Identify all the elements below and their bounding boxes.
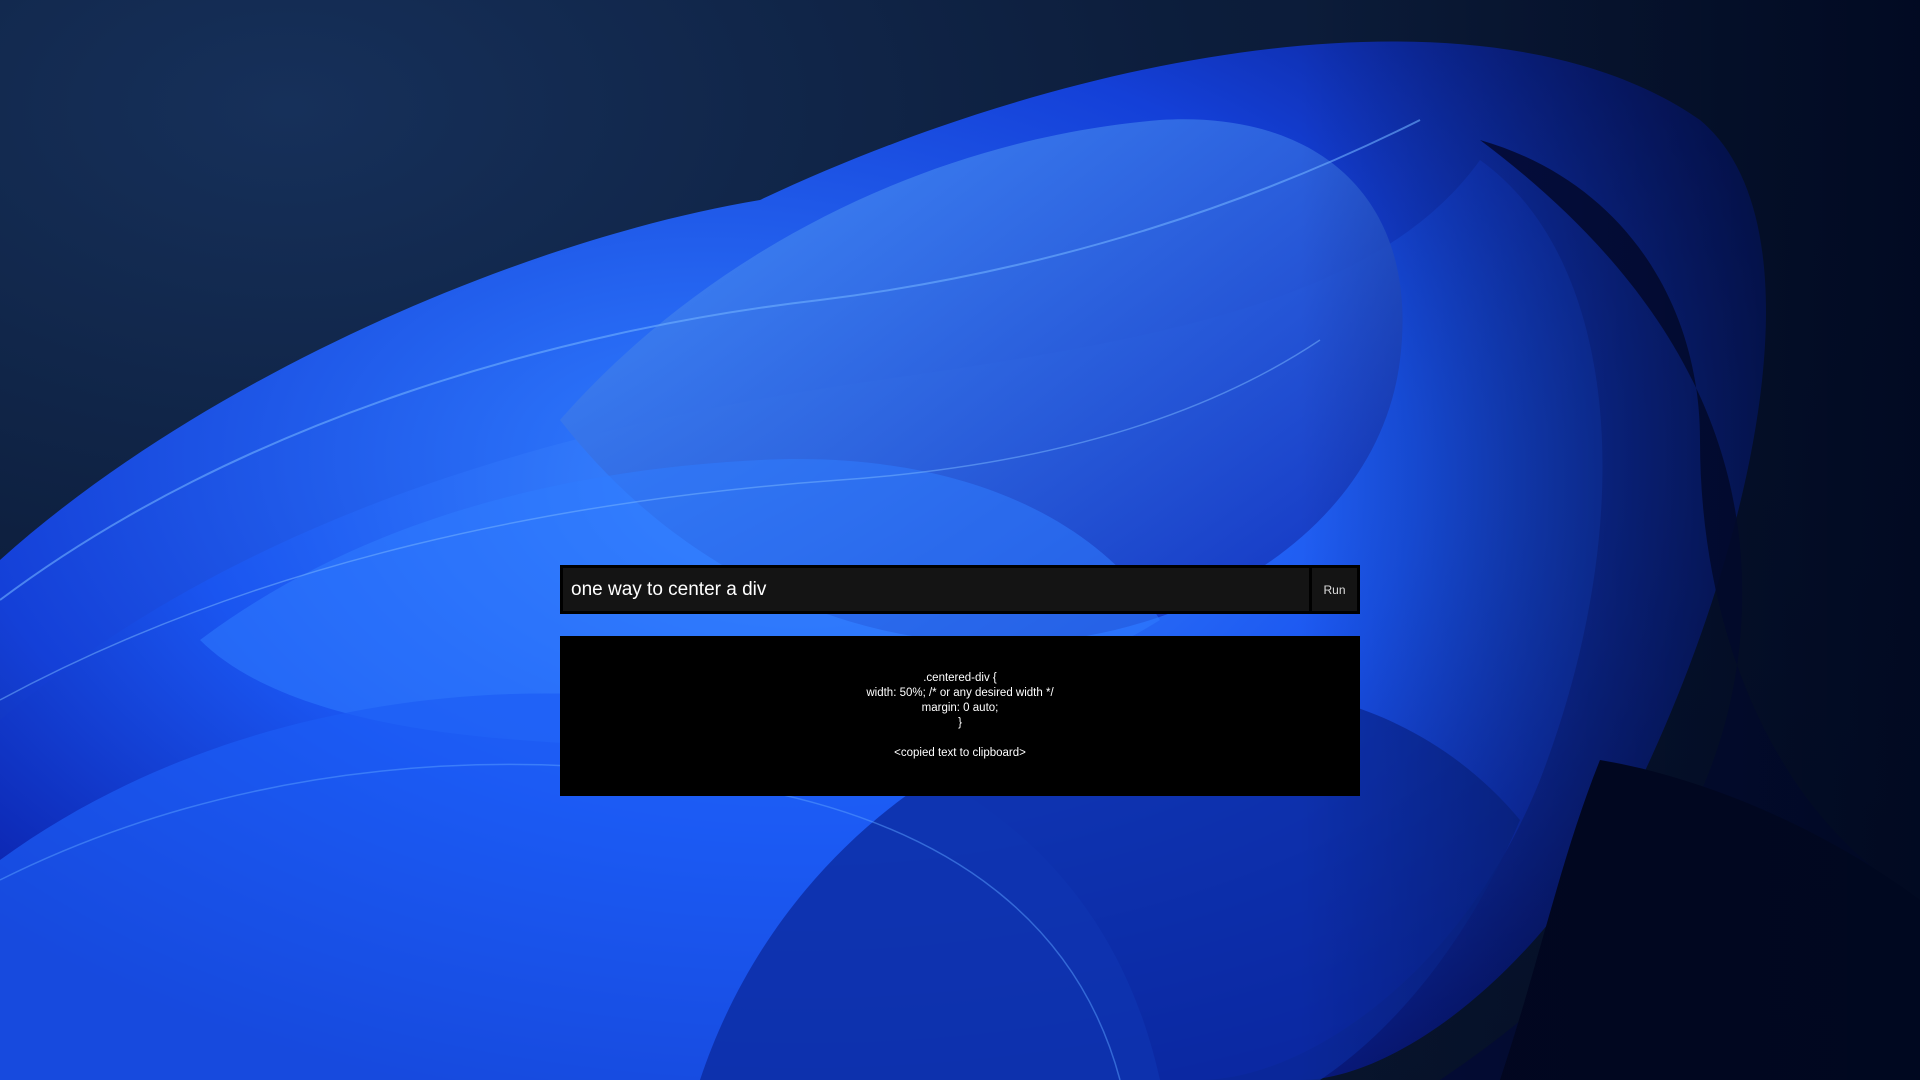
result-code-line: .centered-div { xyxy=(923,672,997,684)
query-input[interactable] xyxy=(563,568,1309,611)
result-code-line: margin: 0 auto; xyxy=(921,702,999,714)
launcher-bar: Run xyxy=(560,565,1360,614)
bloom-wallpaper xyxy=(0,0,1920,1080)
desktop: Run .centered-div { width: 50%; /* or an… xyxy=(0,0,1920,1080)
result-panel: .centered-div { width: 50%; /* or any de… xyxy=(560,636,1360,796)
run-button[interactable]: Run xyxy=(1312,568,1357,611)
result-code-line: } xyxy=(958,717,962,729)
result-code-line: width: 50%; /* or any desired width */ xyxy=(866,687,1054,699)
clipboard-status: <copied text to clipboard> xyxy=(894,747,1026,759)
